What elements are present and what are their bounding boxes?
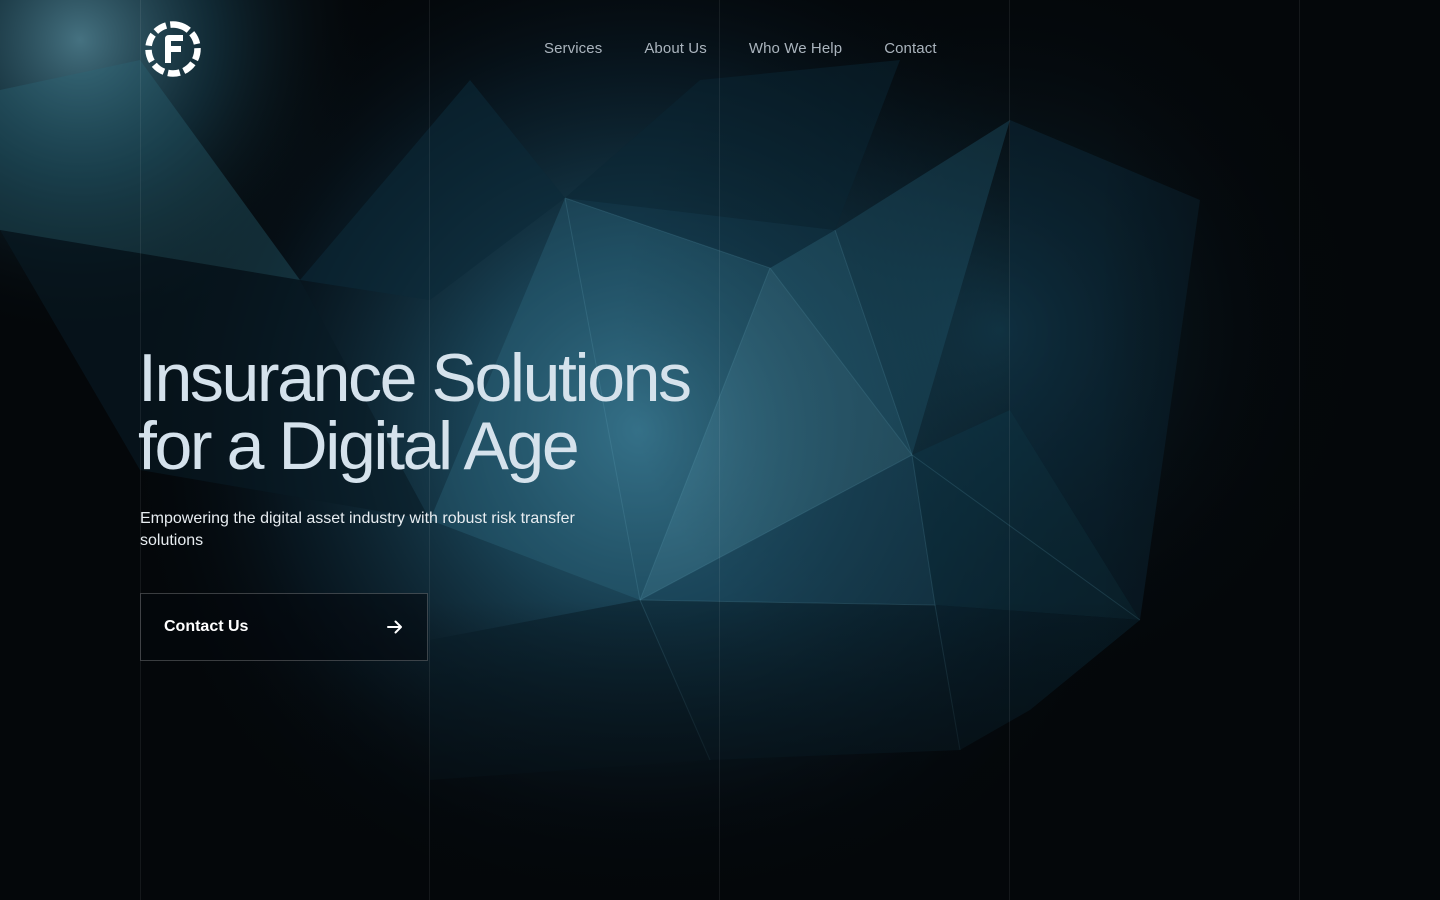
arrow-right-icon [387,620,402,634]
hero-title-line-2: for a Digital Age [138,408,580,484]
grid-divider [1009,0,1010,900]
main-nav: Services About Us Who We Help Contact [544,38,937,60]
grid-divider [1299,0,1300,900]
f-circle-logo-icon[interactable] [144,20,202,78]
nav-link-contact[interactable]: Contact [884,38,936,60]
contact-us-button-label: Contact Us [164,618,249,635]
hero-title-line-1: Insurance Solutions [138,340,692,416]
hero-subtitle: Empowering the digital asset industry wi… [140,510,575,549]
contact-us-button[interactable]: Contact Us [140,593,428,661]
nav-link-who-we-help[interactable]: Who We Help [749,38,842,60]
hero-title: Insurance Solutions for a Digital Age [138,344,758,480]
nav-link-about-us[interactable]: About Us [644,38,707,60]
nav-link-services[interactable]: Services [544,38,602,60]
page: Services About Us Who We Help Contact In… [0,0,1440,900]
